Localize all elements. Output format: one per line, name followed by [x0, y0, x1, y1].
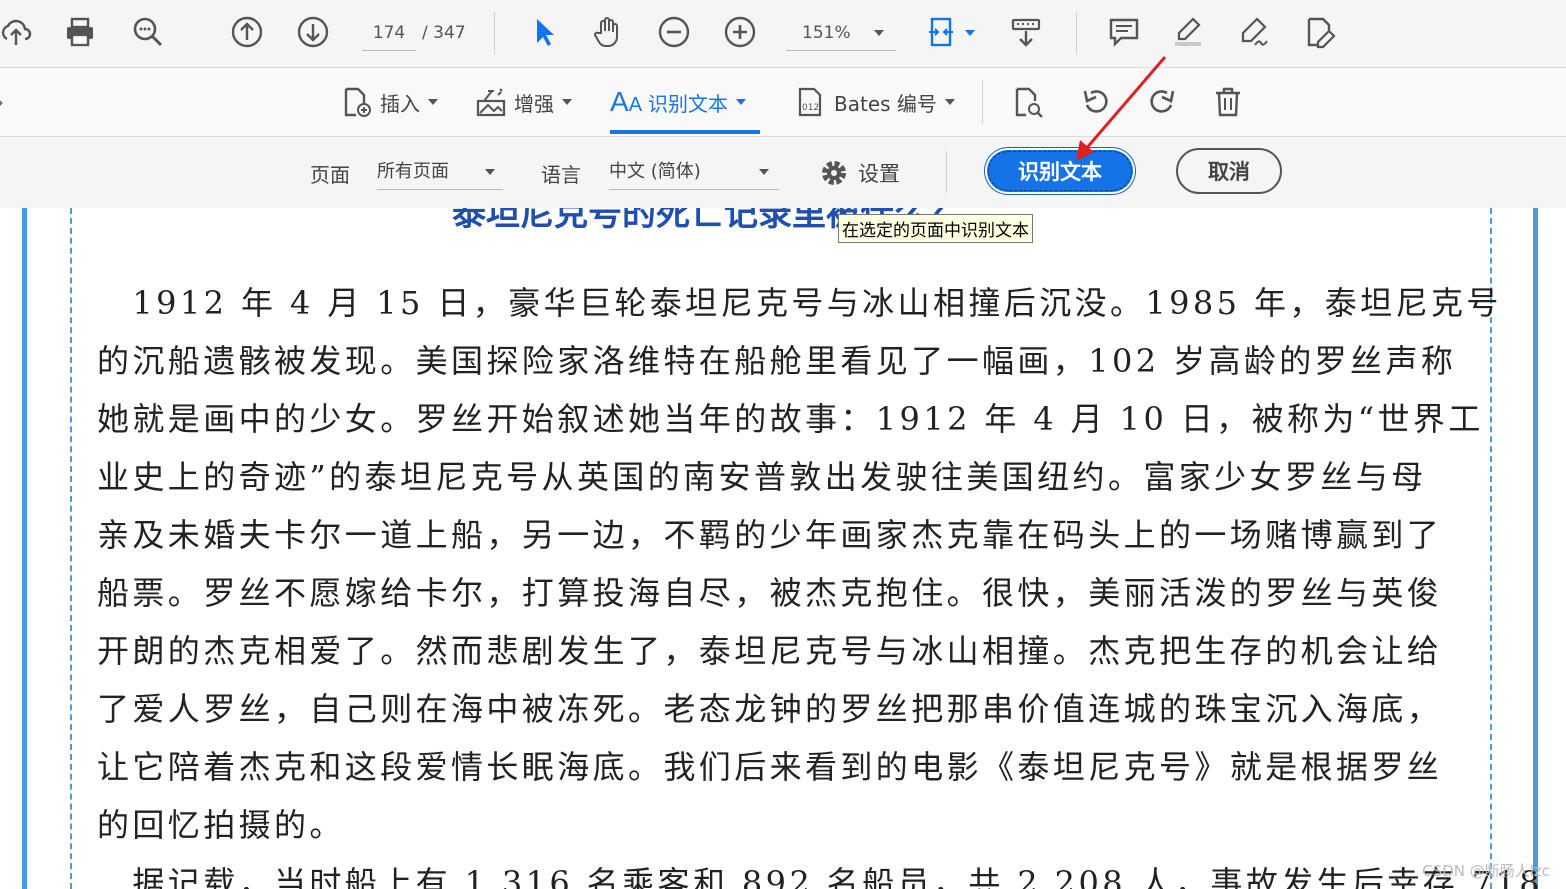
chevron-down-icon[interactable]: [965, 30, 975, 36]
chevron-down-icon: [485, 169, 495, 175]
zoom-search-icon[interactable]: [128, 12, 168, 52]
document-line: 的回忆拍摄的。: [97, 806, 345, 844]
sign-pen-icon[interactable]: [1234, 12, 1274, 52]
document-view[interactable]: 泰坦尼克号的死亡记录里被什么？ 1912 年 4 月 15 日，豪华巨轮泰坦尼克…: [0, 208, 1566, 889]
insert-page-icon: [344, 87, 371, 117]
edit-document-icon[interactable]: [1300, 12, 1340, 52]
page-border-left: [22, 208, 27, 889]
document-line: 了爱人罗丝，自己则在海中被冻死。老态龙钟的罗丝把那串价值连城的珠宝沉入海底，: [97, 690, 1443, 728]
select-cursor-icon[interactable]: [524, 12, 564, 52]
scroll-mode-icon[interactable]: [1006, 12, 1046, 52]
chevron-down-icon: [944, 99, 955, 105]
settings-label: 设置: [858, 162, 900, 186]
chevron-down-icon: [562, 99, 572, 105]
enhance-menu-button[interactable]: 增强: [474, 82, 572, 122]
page-border-right: [1533, 208, 1538, 889]
language-dropdown[interactable]: 中文 (简体): [609, 155, 779, 190]
print-icon[interactable]: [60, 12, 100, 52]
page-scope-label: 页面: [310, 163, 350, 187]
insert-menu-button[interactable]: 插入: [340, 82, 438, 122]
document-line: 业史上的奇迹”的泰坦尼克号从英国的南安普敦出发驶往美国纽约。富家少女罗丝与母: [97, 458, 1427, 496]
top-toolbar: 174 / 347 151%: [0, 0, 1566, 68]
document-line: 船票。罗丝不愿嫁给卡尔，打算投海自尽，被杰克抱住。很快，美丽活泼的罗丝与英俊: [97, 574, 1443, 612]
delete-trash-icon[interactable]: [1208, 82, 1248, 122]
fit-page-icon[interactable]: [922, 12, 962, 52]
language-label: 语言: [541, 163, 581, 187]
insert-menu-label: 插入: [380, 91, 420, 116]
language-value: 中文 (简体): [609, 161, 701, 182]
chevron-down-icon: [736, 99, 747, 105]
document-line: 亲及未婚夫卡尔一道上船，另一边，不羁的少年画家杰克靠在码头上的一场赌博赢到了: [97, 516, 1443, 554]
enhance-menu-label: 增强: [514, 91, 554, 116]
bates-number-menu-label: Bates 编号: [834, 91, 937, 116]
chevron-down-icon: [759, 169, 769, 175]
document-line: 的沉船遗骸被发现。美国探险家洛维特在船舱里看见了一幅画，102 岁高龄的罗丝声称: [97, 342, 1457, 380]
document-line: 让它陪着杰克和这段爱情长眠海底。我们后来看到的电影《泰坦尼克号》就是根据罗丝: [97, 748, 1443, 786]
edit-toolbar: › 插入 增强 AA 识别文本 012 Bates 编号: [0, 68, 1566, 137]
active-tab-underline: [610, 130, 760, 134]
toolbar-divider: [494, 12, 495, 54]
collapse-chevron-icon[interactable]: ›: [0, 90, 4, 114]
recognize-text-tooltip: 在选定的页面中识别文本: [838, 214, 1033, 243]
prev-page-icon[interactable]: [227, 12, 267, 52]
zoom-level-value: 151%: [802, 23, 851, 43]
chevron-down-icon: [874, 30, 884, 36]
recognize-text-menu-button[interactable]: AA 识别文本: [610, 82, 747, 122]
svg-text:012: 012: [802, 103, 819, 113]
watermark: CSDN @断肠人lzc: [1422, 862, 1550, 880]
document-line: 1912 年 4 月 15 日，豪华巨轮泰坦尼克号与冰山相撞后沉没。1985 年…: [97, 284, 1502, 322]
gear-icon: [822, 161, 846, 185]
zoom-out-icon[interactable]: [654, 12, 694, 52]
recognize-text-button[interactable]: 识别文本: [985, 148, 1135, 194]
next-page-icon[interactable]: [293, 12, 333, 52]
cloud-upload-icon[interactable]: [0, 12, 36, 52]
hand-tool-icon[interactable]: [588, 12, 628, 52]
document-line: 开朗的杰克相爱了。然而悲剧发生了，泰坦尼克号与冰山相撞。杰克把生存的机会让给: [97, 632, 1443, 670]
page-number-input[interactable]: 174: [362, 16, 416, 51]
toolbar-divider: [982, 80, 983, 124]
highlight-pen-icon[interactable]: [1168, 12, 1208, 52]
cancel-button[interactable]: 取消: [1176, 148, 1282, 194]
toolbar-divider: [946, 151, 947, 193]
zoom-in-icon[interactable]: [720, 12, 760, 52]
bates-number-icon: 012: [798, 87, 822, 117]
page-extract-icon[interactable]: [1008, 82, 1048, 122]
text-aa-icon: AA: [610, 86, 643, 117]
page-scope-dropdown[interactable]: 所有页面: [377, 155, 503, 190]
document-line: 据记载，当时船上有 1 316 名乘客和 892 名船员，共 2 208 人，事…: [97, 864, 1543, 889]
enhance-scan-icon: [476, 88, 506, 117]
page-scope-value: 所有页面: [377, 161, 449, 182]
bates-number-menu-button[interactable]: 012 Bates 编号: [794, 82, 955, 122]
zoom-level-dropdown[interactable]: 151%: [786, 16, 896, 51]
recognize-text-menu-label: 识别文本: [648, 91, 729, 116]
rotate-right-icon[interactable]: [1142, 82, 1182, 122]
settings-button[interactable]: 设置: [818, 155, 900, 191]
document-line: 她就是画中的少女。罗丝开始叙述她当年的故事：1912 年 4 月 10 日，被称…: [97, 400, 1484, 438]
toolbar-divider: [1076, 12, 1077, 54]
page-total: / 347: [422, 23, 466, 43]
page-dashed-border-left: [70, 208, 72, 889]
chevron-down-icon: [428, 99, 438, 105]
comment-icon[interactable]: [1104, 12, 1144, 52]
rotate-left-icon[interactable]: [1076, 82, 1116, 122]
ocr-options-bar: 页面 所有页面 语言 中文 (简体) 设置: [0, 137, 1566, 209]
